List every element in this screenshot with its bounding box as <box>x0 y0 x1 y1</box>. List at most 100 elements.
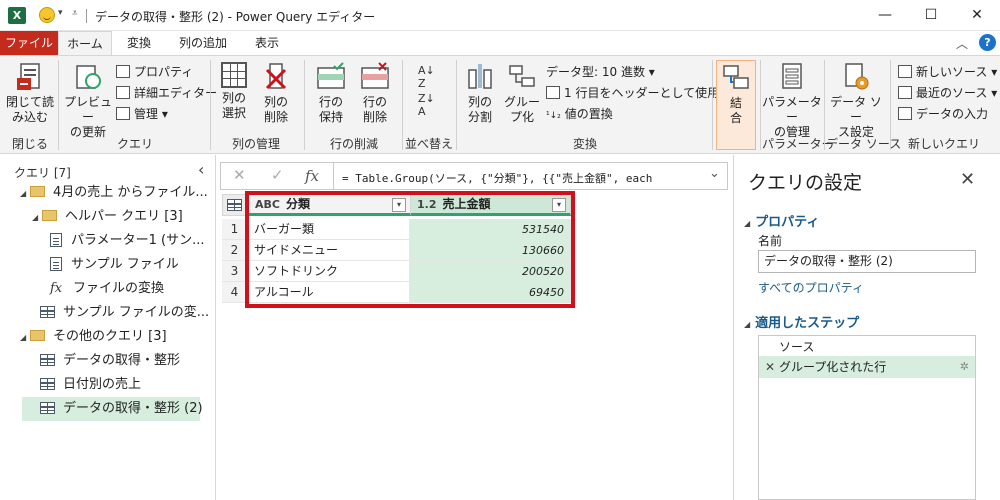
help-icon[interactable]: ? <box>979 34 996 51</box>
highlight-annotation-box <box>245 191 575 308</box>
ribbon: 閉じて読 み込む 閉じる プレビュー の更新 プロパティ 詳細エディター 管理 … <box>0 55 1000 154</box>
parameter-icon <box>50 232 62 247</box>
window-title: データの取得・整形 (2) - Power Query エディター <box>95 10 376 24</box>
quick-access-customize-icon[interactable]: ⩡ <box>72 8 78 19</box>
tab-add-column[interactable]: 列の追加 <box>170 31 236 55</box>
group-label-parameters: パラメーター <box>762 137 834 151</box>
tree-item-parameter1[interactable]: パラメーター1 (サン... <box>50 229 214 253</box>
choose-columns-button[interactable]: 列の 選択 <box>214 62 254 121</box>
pane-title: クエリの設定 <box>748 172 863 194</box>
tree-folder-helper-queries[interactable]: ◢ ヘルパー クエリ [3] <box>32 205 214 229</box>
sort-descending-button[interactable]: Z↓ A <box>418 92 435 118</box>
close-load-label: 閉じて読 み込む <box>6 95 55 124</box>
gear-icon[interactable]: ✲ <box>960 356 969 378</box>
divider <box>760 60 761 150</box>
properties-label: プロパティ <box>134 65 194 79</box>
collapse-triangle-icon: ◢ <box>744 320 751 329</box>
tree-folder-april-sales[interactable]: ◢ 4月の売上 からファイル... <box>20 181 214 205</box>
divider <box>712 60 713 150</box>
recent-sources-label: 最近のソース <box>916 86 988 100</box>
split-column-button[interactable]: 列の 分割 <box>460 62 500 125</box>
step-grouped-rows[interactable]: ✕ グループ化された行 ✲ <box>759 356 975 378</box>
smiley-feedback-icon[interactable] <box>39 7 55 23</box>
tree-item-transform-sample-file[interactable]: サンプル ファイルの変... <box>40 301 214 325</box>
close-icon[interactable]: ✕ <box>960 169 975 190</box>
delete-step-icon[interactable]: ✕ <box>765 356 779 378</box>
collapse-ribbon-icon[interactable]: ︿ <box>956 35 968 52</box>
table-icon <box>40 377 55 390</box>
new-source-button[interactable]: 新しいソース ▾ <box>898 62 997 82</box>
manage-parameters-button[interactable]: パラメーター の管理 <box>762 62 822 140</box>
tree-item-sample-file[interactable]: サンプル ファイル <box>50 253 214 277</box>
tree-item-sales-by-date[interactable]: 日付別の売上 <box>40 373 214 397</box>
tree-label: パラメーター1 (サン... <box>71 233 205 248</box>
recent-sources-button[interactable]: 最近のソース ▾ <box>898 83 997 103</box>
data-source-settings-button[interactable]: データ ソー ス設定 <box>826 62 886 140</box>
properties-button[interactable]: プロパティ <box>116 62 193 82</box>
commit-formula-button[interactable]: ✓ <box>271 166 284 184</box>
enter-data-button[interactable]: データの入力 <box>898 104 988 124</box>
tree-folder-other-queries[interactable]: ◢ その他のクエリ [3] <box>20 325 214 349</box>
step-source[interactable]: ソース <box>759 336 975 358</box>
tree-item-get-transform-2[interactable]: データの取得・整形 (2) <box>22 397 203 421</box>
tab-file[interactable]: ファイル <box>0 31 58 55</box>
name-label: 名前 <box>758 234 783 248</box>
step-label: グループ化された行 <box>779 360 887 374</box>
formula-input[interactable]: = Table.Group(ソース, {"分類"}, {{"売上金額", eac… <box>342 170 652 186</box>
sort-descending-icon: Z↓ A <box>418 92 435 118</box>
close-load-button[interactable]: 閉じて読 み込む <box>6 62 54 125</box>
properties-section-header[interactable]: ◢ プロパティ <box>744 211 819 230</box>
section-label: 適用したステップ <box>755 316 860 331</box>
collapse-pane-icon[interactable]: ‹ <box>198 160 204 179</box>
chevron-down-icon[interactable]: ⌄ <box>709 166 720 181</box>
tree-item-transform-file[interactable]: fx ファイルの変換 <box>50 277 214 301</box>
tree-label: データの取得・整形 <box>63 353 181 368</box>
data-source-settings-icon <box>841 62 871 92</box>
use-first-row-button[interactable]: 1 行目をヘッダーとして使用 ▾ <box>546 83 729 103</box>
remove-rows-button[interactable]: 行の 削除 <box>354 62 396 125</box>
group-label-query: クエリ <box>116 137 153 151</box>
tab-view[interactable]: 表示 <box>244 31 290 55</box>
tree-label: ヘルパー クエリ [3] <box>65 209 183 224</box>
tab-home[interactable]: ホーム <box>58 31 112 55</box>
excel-icon: X <box>8 7 26 24</box>
minimize-button[interactable]: — <box>862 0 908 31</box>
maximize-button[interactable]: ☐ <box>908 0 954 31</box>
tab-transform[interactable]: 変換 <box>114 31 164 55</box>
refresh-preview-button[interactable]: プレビュー の更新 <box>62 62 114 140</box>
table-icon <box>40 401 55 414</box>
table-icon <box>40 353 55 366</box>
group-label-transform: 変換 <box>572 137 597 151</box>
tree-label: 4月の売上 からファイル... <box>53 185 208 200</box>
advanced-editor-button[interactable]: 詳細エディター <box>116 83 217 103</box>
remove-columns-label: 列の 削除 <box>263 95 288 124</box>
keep-rows-button[interactable]: 行の 保持 <box>310 62 352 125</box>
combine-label: 結 合 <box>729 96 742 125</box>
applied-steps-list: ソース ✕ グループ化された行 ✲ <box>758 335 976 500</box>
new-source-label: 新しいソース <box>916 65 988 79</box>
group-by-button[interactable]: グルー プ化 <box>502 62 542 125</box>
group-label-new-query: 新しいクエリ <box>907 137 980 151</box>
manage-button[interactable]: 管理 ▾ <box>116 104 168 124</box>
tree-label: サンプル ファイル <box>71 257 179 272</box>
table-icon <box>546 86 560 99</box>
keep-rows-icon <box>316 62 346 92</box>
applied-steps-section-header[interactable]: ◢ 適用したステップ <box>744 312 859 331</box>
close-window-button[interactable]: ✕ <box>954 0 1000 31</box>
query-name-input[interactable]: データの取得・整形 (2) <box>758 250 976 273</box>
remove-columns-button[interactable]: 列の 削除 <box>256 62 296 125</box>
formula-bar: ✕ ✓ fx = Table.Group(ソース, {"分類"}, {{"売上金… <box>220 162 728 190</box>
remove-rows-label: 行の 削除 <box>362 95 387 124</box>
all-properties-link[interactable]: すべてのプロパティ <box>758 279 864 296</box>
divider <box>333 163 334 189</box>
cancel-formula-button[interactable]: ✕ <box>233 166 246 184</box>
combine-button[interactable]: 結 合 <box>716 60 756 150</box>
replace-values-button[interactable]: ¹↓₂ 値の置換 <box>546 104 613 124</box>
ribbon-tabs: ファイル ホーム 変換 列の追加 表示 ︿ ? <box>0 31 1000 55</box>
sort-ascending-button[interactable]: A↓ Z <box>418 64 435 90</box>
divider <box>456 60 457 150</box>
parameters-icon <box>777 62 807 92</box>
tree-item-get-transform[interactable]: データの取得・整形 <box>40 349 214 373</box>
chevron-down-icon[interactable]: ▾ <box>58 8 63 18</box>
data-type-dropdown[interactable]: データ型: 10 進数 ▾ <box>546 62 655 82</box>
